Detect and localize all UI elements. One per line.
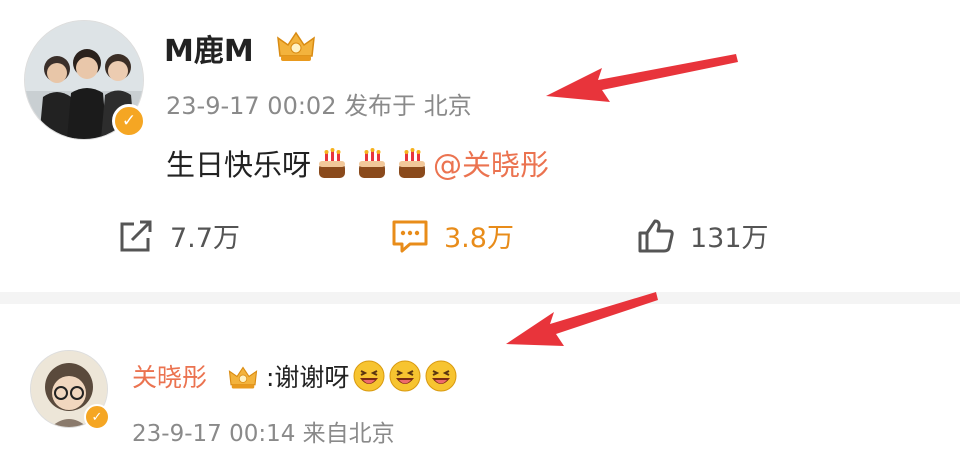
section-divider <box>0 292 960 304</box>
comment-icon <box>392 220 428 252</box>
mention-link[interactable]: @关晓彤 <box>433 148 549 182</box>
post-username[interactable]: M鹿M <box>164 26 254 70</box>
birthday-cake-icon <box>399 148 426 178</box>
reply-body: :谢谢呀 <box>266 358 461 394</box>
repost-count: 7.7万 <box>170 223 240 254</box>
post-avatar-wrap[interactable]: ✓ <box>24 20 146 140</box>
reply-text: :谢谢呀 <box>266 363 350 392</box>
vip-crown-icon <box>277 31 315 61</box>
birthday-cake-icon <box>359 148 386 178</box>
cake-emoji-group <box>315 147 429 181</box>
repost-icon <box>120 220 152 251</box>
laughing-face-icon <box>353 360 385 392</box>
verified-badge-icon: ✓ <box>112 104 146 138</box>
post-text: 生日快乐呀 <box>166 148 312 182</box>
reply-comment: ✓ 关晓彤 :谢谢呀 23-9-17 00:14 来自北京 <box>0 292 960 460</box>
like-count: 131万 <box>690 223 769 254</box>
birthday-cake-icon <box>319 148 346 178</box>
post-meta: 23-9-17 00:02 发布于 北京 <box>166 92 472 120</box>
weibo-post: ✓ M鹿M 23-9-17 00:02 发布于 北京 生日快乐呀 @关晓彤 7.… <box>0 0 960 292</box>
laughing-face-icon <box>389 360 421 392</box>
post-actions-bar: 7.7万 3.8万 131万 <box>0 212 960 260</box>
annotation-arrow-icon <box>546 54 738 102</box>
repost-button[interactable]: 7.7万 <box>118 216 240 255</box>
comment-count: 3.8万 <box>444 223 514 254</box>
post-body: 生日快乐呀 @关晓彤 <box>166 142 549 184</box>
laughing-face-icon <box>425 360 457 392</box>
laugh-emoji-group <box>353 360 457 392</box>
verified-badge-icon: ✓ <box>84 404 110 430</box>
comment-button[interactable]: 3.8万 <box>390 216 514 255</box>
like-icon <box>638 219 674 252</box>
like-button[interactable]: 131万 <box>636 216 769 255</box>
annotation-arrow-icon <box>506 292 658 346</box>
reply-meta: 23-9-17 00:14 来自北京 <box>132 421 395 447</box>
vip-crown-icon <box>228 366 258 389</box>
reply-avatar-wrap[interactable]: ✓ <box>30 350 110 430</box>
reply-username[interactable]: 关晓彤 <box>132 358 207 394</box>
